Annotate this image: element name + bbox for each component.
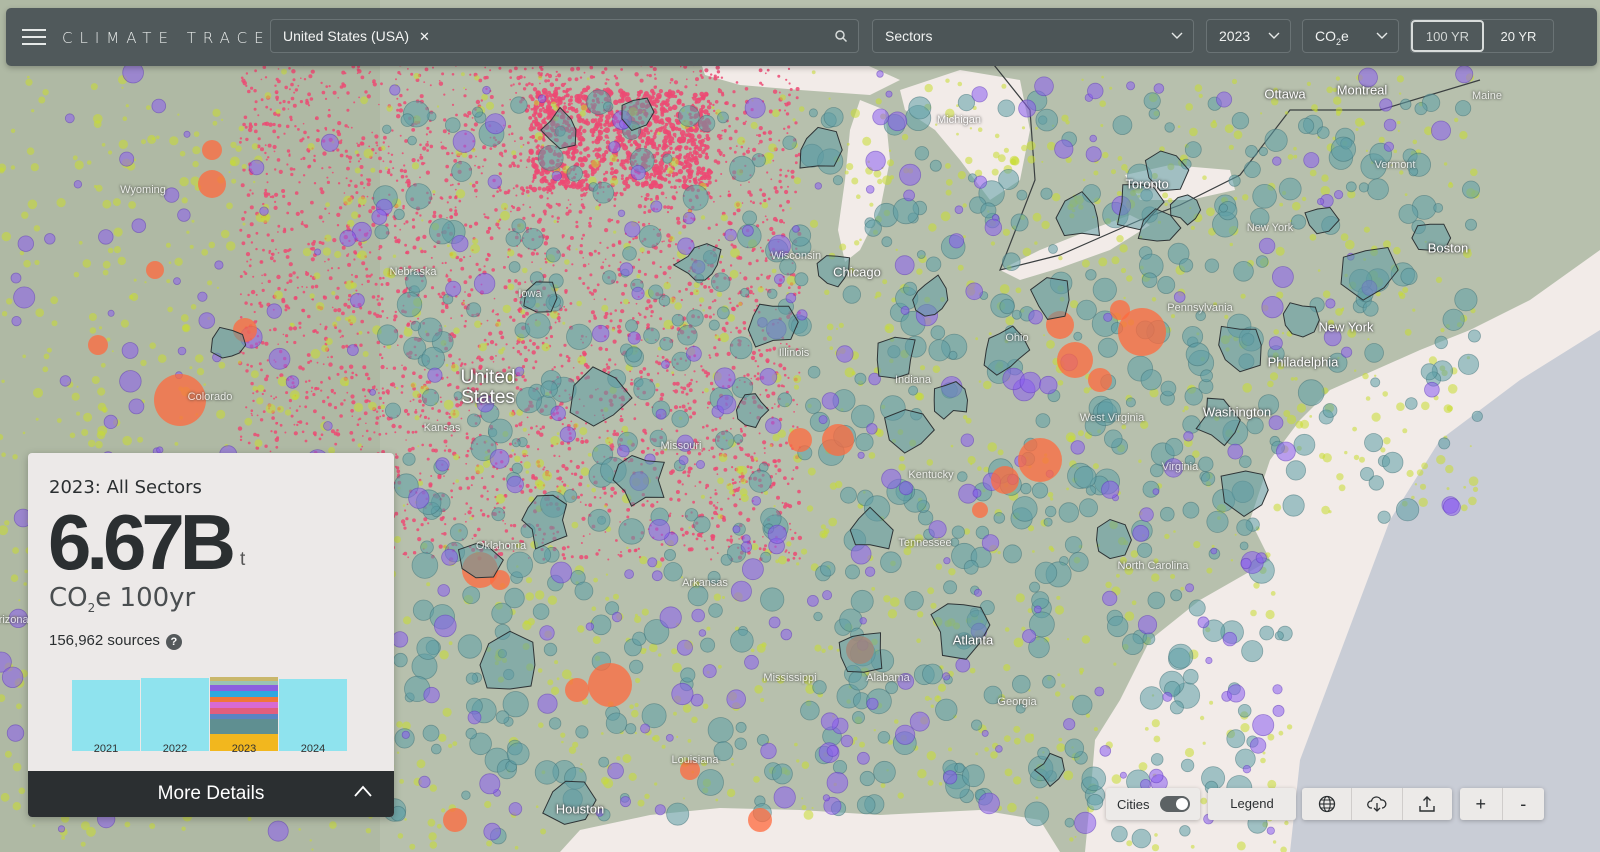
map-label-ohio: Ohio <box>1005 332 1029 344</box>
map-label-colorado: Colorado <box>187 391 233 403</box>
zoom-out-button[interactable]: - <box>1503 788 1545 820</box>
selected-country-chip: United States (USA) ✕ <box>283 28 430 45</box>
map-label-ottawa: Ottawa <box>1264 86 1306 102</box>
chip-label: United States (USA) <box>283 28 410 44</box>
map-label-arizona: Arizona <box>0 614 29 626</box>
summary-title: 2023: All Sectors <box>49 477 202 498</box>
bar-segment <box>210 685 278 692</box>
bar-segment <box>210 691 278 697</box>
map-label-north-carolina: North Carolina <box>1117 560 1189 572</box>
bar-segment <box>210 713 278 720</box>
cities-label: Cities <box>1117 797 1150 812</box>
total-emissions-unit: t <box>240 549 246 570</box>
bar-segment <box>210 702 278 708</box>
map-label-arkansas: Arkansas <box>682 577 728 589</box>
year-bar-2024[interactable] <box>279 679 347 751</box>
zoom-controls: + - <box>1460 788 1544 820</box>
map-label-new-york: New York <box>1246 222 1294 234</box>
chevron-up-icon <box>354 785 372 797</box>
gas-dropdown[interactable]: CO2e <box>1302 19 1399 53</box>
map-label-nebraska: Nebraska <box>389 266 437 278</box>
map-tools <box>1302 788 1452 820</box>
help-icon[interactable]: ? <box>165 634 182 650</box>
bar-segment <box>210 719 278 735</box>
horizon-100yr-button[interactable]: 100 YR <box>1411 20 1484 52</box>
map-label-boston: Boston <box>1427 240 1469 256</box>
climate-trace-logo[interactable]: CLIMATE TRACE <box>62 29 271 47</box>
emissions-summary-panel: 2023: All Sectors 6.67B t CO2e 100yr 156… <box>28 453 394 817</box>
globe-icon[interactable] <box>1302 788 1353 820</box>
legend-button[interactable]: Legend <box>1208 788 1296 820</box>
chip-remove-icon[interactable]: ✕ <box>419 29 430 44</box>
map-label-tennessee: Tennessee <box>898 537 952 549</box>
map-label-united-states: United States <box>460 367 516 408</box>
year-dropdown[interactable]: 2023 <box>1206 19 1291 53</box>
map-label-montreal: Montreal <box>1336 82 1388 98</box>
search-icon[interactable] <box>834 29 848 43</box>
year-label-2024: 2024 <box>300 743 326 755</box>
map-label-toronto: Toronto <box>1125 176 1169 192</box>
map-label-west-virginia: West Virginia <box>1079 412 1145 424</box>
more-details-button[interactable]: More Details <box>28 771 394 817</box>
map-label-illinois: Illinois <box>778 347 810 359</box>
year-label-2021: 2021 <box>93 743 119 755</box>
map-label-louisiana: Louisiana <box>671 754 719 766</box>
chevron-down-icon <box>1268 32 1280 39</box>
time-horizon-toggle: 100 YR 20 YR <box>1410 19 1554 53</box>
year-bar-2022[interactable] <box>141 678 209 751</box>
map-label-michigan: Michigan <box>936 114 982 126</box>
gas-metric-label: CO2e 100yr <box>49 583 196 616</box>
map-label-houston: Houston <box>555 801 605 817</box>
sectors-label: Sectors <box>885 28 933 44</box>
map-label-philadelphia: Philadelphia <box>1267 354 1339 370</box>
map-label-new-york: New York <box>1318 319 1374 335</box>
map-label-missouri: Missouri <box>660 440 702 452</box>
map-label-iowa: Iowa <box>518 288 542 300</box>
map-label-oklahoma: Oklahoma <box>475 540 527 552</box>
zoom-in-button[interactable]: + <box>1460 788 1503 820</box>
year-label: 2023 <box>1219 28 1251 44</box>
map-label-kansas: Kansas <box>423 422 461 434</box>
country-search-input[interactable]: United States (USA) ✕ <box>270 19 859 53</box>
sectors-dropdown[interactable]: Sectors <box>872 19 1194 53</box>
bar-segment <box>210 677 278 681</box>
map-label-kentucky: Kentucky <box>908 469 954 481</box>
bar-segment <box>210 680 278 686</box>
cities-toggle: Cities <box>1106 788 1200 820</box>
map-label-virginia: Virginia <box>1161 461 1199 473</box>
map-label-washington: Washington <box>1202 404 1272 420</box>
map-label-chicago: Chicago <box>833 264 881 280</box>
chevron-down-icon <box>1376 32 1388 39</box>
source-count: 156,962 sources? <box>49 632 182 650</box>
year-bar-2021[interactable] <box>72 680 140 751</box>
map-label-indiana: Indiana <box>894 374 932 386</box>
year-bar-2023[interactable] <box>210 677 278 751</box>
bar-segment <box>210 696 278 703</box>
bar-segment <box>210 707 278 714</box>
total-emissions-value: 6.67B <box>48 498 236 586</box>
map-label-vermont: Vermont <box>1374 159 1416 171</box>
yearly-emissions-chart <box>72 665 352 751</box>
cloud-download-icon[interactable] <box>1352 788 1403 820</box>
map-label-mississippi: Mississippi <box>763 672 817 684</box>
map-label-alabama: Alabama <box>866 672 910 684</box>
horizon-20yr-button[interactable]: 20 YR <box>1484 20 1553 52</box>
year-label-2023: 2023 <box>231 743 257 755</box>
map-label-maine: Maine <box>1472 90 1502 102</box>
share-icon[interactable] <box>1403 788 1452 820</box>
gas-label: CO2e <box>1315 28 1349 47</box>
year-label-2022: 2022 <box>162 743 188 755</box>
chevron-down-icon <box>1171 32 1183 39</box>
top-navigation-bar: CLIMATE TRACE United States (USA) ✕ Sect… <box>6 8 1597 66</box>
map-label-wisconsin: Wisconsin <box>770 250 822 262</box>
map-label-atlanta: Atlanta <box>952 632 994 648</box>
map-label-wyoming: Wyoming <box>120 184 166 196</box>
cities-switch[interactable] <box>1160 796 1190 812</box>
hamburger-menu-icon[interactable] <box>22 27 46 47</box>
map-label-pennsylvania: Pennsylvania <box>1167 302 1233 314</box>
map-label-georgia: Georgia <box>997 696 1037 708</box>
